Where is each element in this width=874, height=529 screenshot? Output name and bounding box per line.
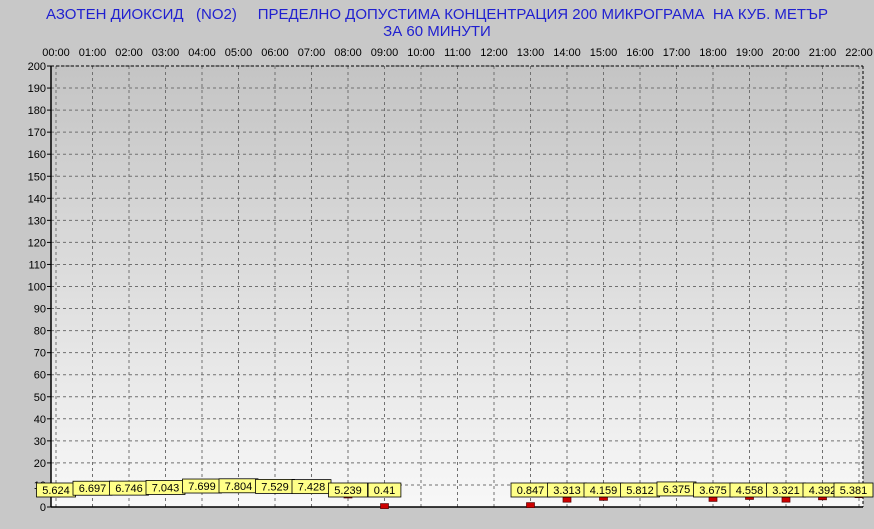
chart-svg: 0102030405060708090100110120130140150160…: [28, 47, 874, 514]
data-label: 5.624: [42, 485, 70, 497]
data-label: 3.675: [699, 485, 727, 497]
x-tick-label: 10:00: [407, 47, 435, 59]
y-tick-label: 130: [28, 215, 46, 227]
x-tick-label: 02:00: [115, 47, 143, 59]
x-tick-label: 15:00: [590, 47, 618, 59]
x-tick-label: 06:00: [261, 47, 289, 59]
x-tick-label: 21:00: [809, 47, 837, 59]
data-point-marker: [562, 496, 572, 503]
y-tick-label: 170: [28, 127, 46, 139]
y-tick-label: 150: [28, 171, 46, 183]
y-tick-label: 100: [28, 282, 46, 294]
data-label: 7.804: [225, 481, 253, 493]
y-tick-label: 70: [34, 348, 46, 360]
data-point-marker: [526, 502, 535, 508]
y-tick-label: 20: [34, 458, 46, 470]
data-label: 6.746: [115, 483, 143, 495]
y-tick-label: 90: [34, 304, 46, 316]
x-tick-label: 00:00: [42, 47, 70, 59]
data-label: 6.375: [663, 484, 691, 496]
data-point-marker: [781, 496, 791, 503]
x-tick-label: 01:00: [79, 47, 107, 59]
x-tick-label: 05:00: [225, 47, 253, 59]
x-tick-label: 19:00: [736, 47, 764, 59]
y-tick-label: 160: [28, 149, 46, 161]
x-tick-label: 03:00: [152, 47, 180, 59]
data-label: 7.529: [261, 481, 289, 493]
x-tick-label: 07:00: [298, 47, 326, 59]
y-tick-label: 50: [34, 392, 46, 404]
data-label: 4.558: [736, 485, 764, 497]
y-tick-label: 140: [28, 193, 46, 205]
data-label: 4.159: [590, 485, 618, 497]
x-tick-label: 18:00: [699, 47, 727, 59]
data-label: 4.392: [809, 485, 837, 497]
x-tick-label: 12:00: [480, 47, 508, 59]
data-label: 3.313: [553, 485, 581, 497]
chart-panel: АЗОТЕН ДИОКСИД (NO2) ПРЕДЕЛНО ДОПУСТИМА …: [0, 0, 874, 529]
x-tick-label: 11:00: [444, 47, 471, 59]
data-label: 7.428: [298, 482, 326, 494]
y-tick-label: 30: [34, 436, 46, 448]
x-tick-label: 16:00: [626, 47, 654, 59]
data-label: 5.381: [840, 485, 868, 497]
y-tick-label: 200: [28, 61, 46, 73]
data-label: 0.847: [517, 485, 545, 497]
data-label: 5.812: [626, 485, 654, 497]
y-tick-label: 40: [34, 414, 46, 426]
y-tick-label: 0: [40, 502, 46, 514]
y-tick-label: 120: [28, 237, 46, 249]
x-tick-label: 17:00: [663, 47, 691, 59]
y-tick-label: 60: [34, 370, 46, 382]
y-tick-label: 110: [28, 259, 46, 271]
y-tick-label: 80: [34, 326, 46, 338]
data-label: 7.043: [152, 482, 180, 494]
x-tick-label: 04:00: [188, 47, 216, 59]
x-tick-label: 09:00: [371, 47, 399, 59]
x-tick-label: 08:00: [334, 47, 362, 59]
data-label: 3.321: [772, 485, 800, 497]
y-tick-label: 190: [28, 83, 46, 95]
y-tick-label: 180: [28, 105, 46, 117]
data-label: 7.699: [188, 481, 216, 493]
x-tick-label: 22:00: [845, 47, 873, 59]
data-point-marker: [380, 503, 389, 509]
x-tick-label: 20:00: [772, 47, 800, 59]
data-label: 6.697: [79, 483, 107, 495]
x-tick-label: 14:00: [553, 47, 581, 59]
data-label: 5.239: [334, 485, 362, 497]
data-label: 0.41: [374, 485, 395, 497]
x-tick-label: 13:00: [517, 47, 545, 59]
